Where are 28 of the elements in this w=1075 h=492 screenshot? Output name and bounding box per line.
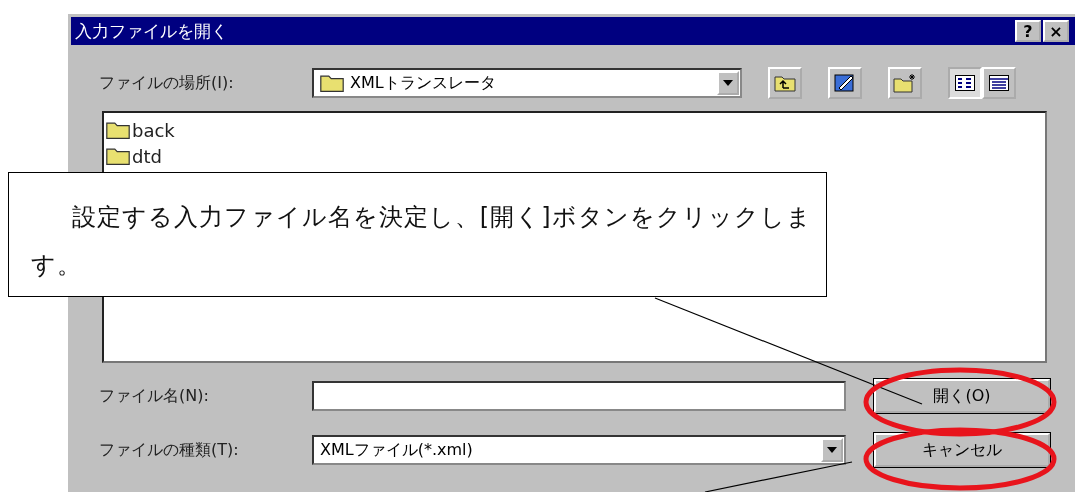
caret-icon <box>723 80 733 86</box>
up-folder-button[interactable] <box>768 67 802 99</box>
help-button[interactable]: ? <box>1015 20 1041 42</box>
folder-icon <box>320 73 344 93</box>
file-type-label: ファイルの種類(T): <box>99 439 240 461</box>
location-dropdown[interactable]: XMLトランスレータ <box>312 68 742 98</box>
window-title: 入力ファイルを開く <box>75 19 228 43</box>
new-folder-button[interactable] <box>888 67 922 99</box>
location-label: ファイルの場所(I): <box>99 72 235 94</box>
list-view-icon <box>955 75 975 91</box>
folder-icon <box>106 120 130 140</box>
folder-name[interactable]: dtd <box>132 145 162 167</box>
details-view-icon <box>989 75 1009 91</box>
close-button[interactable]: × <box>1043 20 1069 42</box>
open-button[interactable]: 開く(O) <box>874 379 1050 413</box>
callout-text: 設定する入力ファイル名を決定し、[開く]ボタンをクリックします。 <box>8 172 827 297</box>
file-name-field[interactable] <box>312 381 846 411</box>
new-folder-icon <box>893 73 917 93</box>
details-view-button[interactable] <box>982 67 1016 99</box>
list-view-button[interactable] <box>948 67 982 99</box>
folder-name[interactable]: back <box>132 119 175 141</box>
file-type-dropdown[interactable]: XMLファイル(*.xml) <box>312 435 846 465</box>
pencil-screen-icon <box>834 73 856 93</box>
folder-icon <box>106 146 130 166</box>
desktop-button[interactable] <box>828 67 862 99</box>
file-name-label: ファイル名(N): <box>99 385 210 407</box>
caret-icon <box>827 447 837 453</box>
up-folder-icon <box>774 74 796 92</box>
